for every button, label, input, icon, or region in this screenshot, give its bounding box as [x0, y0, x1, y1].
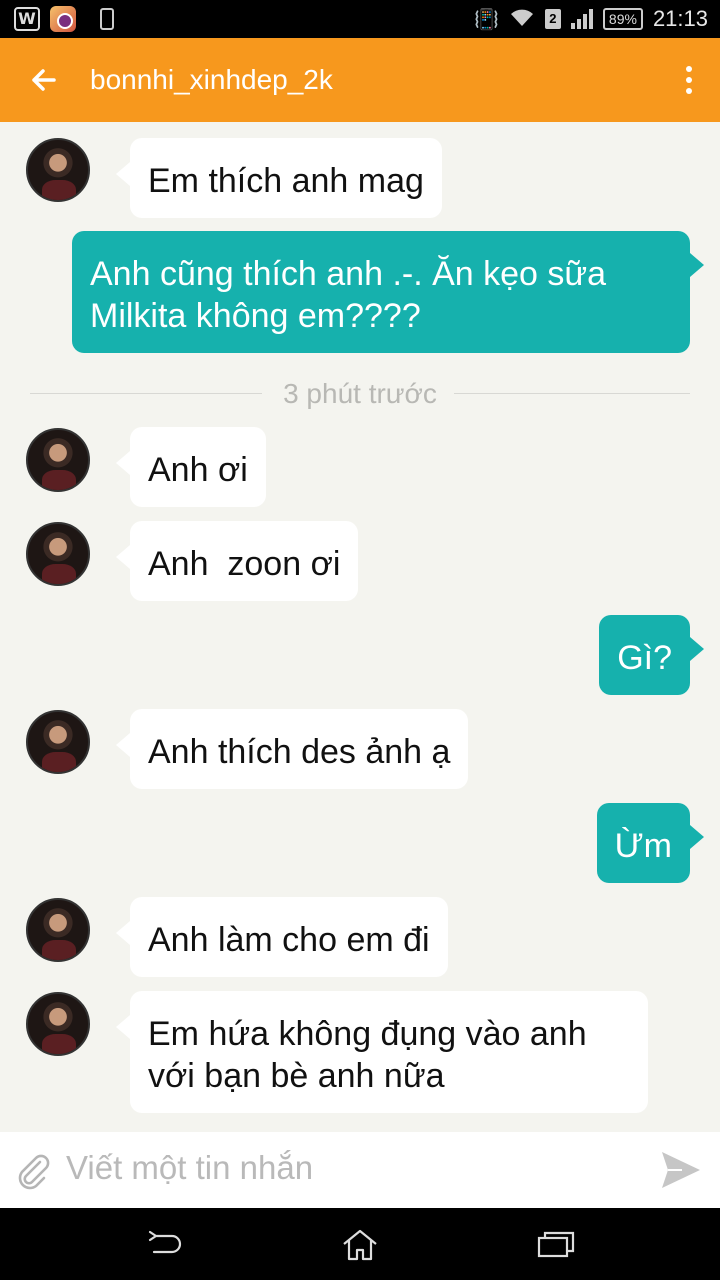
vibrate-icon: 📳: [474, 7, 499, 31]
chat-header: bonnhi_xinhdep_2k: [0, 38, 720, 122]
send-icon[interactable]: [660, 1150, 702, 1190]
paperclip-icon[interactable]: [12, 1150, 54, 1192]
incoming-message[interactable]: Em hứa không đụng vào anh với bạn bè anh…: [116, 991, 648, 1113]
nav-back-icon[interactable]: [146, 1228, 186, 1262]
incoming-message[interactable]: Em thích anh mag: [116, 138, 442, 218]
outgoing-message[interactable]: Anh cũng thích anh .-. Ăn kẹo sữa Milkit…: [72, 231, 704, 353]
avatar[interactable]: [26, 428, 90, 492]
incoming-message[interactable]: Anh ơi: [116, 427, 266, 507]
avatar[interactable]: [26, 898, 90, 962]
system-nav-bar: [0, 1208, 720, 1280]
app-notification-icon: W: [14, 7, 40, 31]
outgoing-message[interactable]: Gì?: [599, 615, 704, 695]
signal-icon: [570, 9, 593, 29]
incoming-message[interactable]: Anh thích des ảnh ạ: [115, 709, 469, 789]
camera-app-icon: [50, 6, 76, 32]
nav-home-icon[interactable]: [340, 1228, 380, 1262]
time-divider-label: 3 phút trước: [283, 378, 437, 409]
avatar[interactable]: [26, 992, 90, 1056]
incoming-message[interactable]: Anh làm cho em đi: [116, 897, 448, 977]
message-input[interactable]: [66, 1140, 636, 1196]
status-time: 21:13: [652, 6, 708, 31]
phone-icon: [100, 8, 114, 30]
conversation-title: bonnhi_xinhdep_2k: [90, 64, 333, 95]
outgoing-message[interactable]: Ừm: [596, 803, 705, 883]
avatar[interactable]: [26, 138, 90, 202]
status-bar: W 📳 2 89% 21:13: [0, 0, 720, 38]
wifi-icon: [509, 6, 535, 33]
more-vertical-icon[interactable]: [686, 66, 694, 96]
avatar[interactable]: [26, 522, 90, 586]
battery-indicator: 89%: [602, 8, 643, 30]
avatar[interactable]: [26, 710, 90, 774]
nav-recent-apps-icon[interactable]: [536, 1228, 576, 1262]
sim-icon: 2: [544, 9, 561, 29]
message-composer: [0, 1132, 720, 1208]
incoming-message[interactable]: Anh zoon ơi: [115, 521, 359, 601]
time-divider: 3 phút trước: [30, 374, 690, 414]
arrow-left-icon[interactable]: [24, 60, 64, 100]
